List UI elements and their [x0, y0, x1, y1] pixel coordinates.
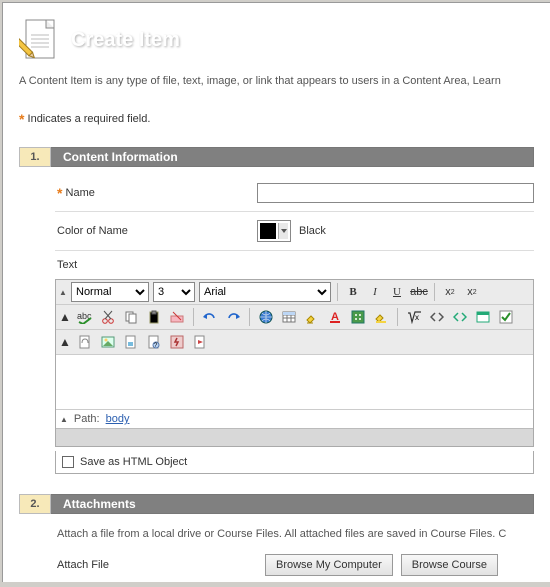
editor-footer: ▲ Path: body	[56, 409, 533, 428]
collapse-toggle-icon[interactable]: ▲	[59, 335, 71, 349]
section-title: Attachments	[51, 494, 534, 514]
redo-button[interactable]	[224, 308, 242, 326]
insert-flash-button[interactable]	[168, 333, 186, 351]
text-color-button[interactable]: A	[326, 308, 344, 326]
insert-app-button[interactable]	[191, 333, 209, 351]
style-select[interactable]: Normal	[71, 282, 149, 302]
paste-button[interactable]	[145, 308, 163, 326]
required-star-icon: *	[19, 111, 24, 127]
color-picker[interactable]	[257, 220, 291, 242]
name-label: Name	[66, 187, 95, 199]
save-html-label: Save as HTML Object	[80, 456, 187, 468]
save-html-row: Save as HTML Object	[55, 451, 534, 474]
section-2-header: 2. Attachments	[19, 494, 534, 514]
clear-format-button[interactable]	[168, 308, 186, 326]
insert-media-button[interactable]	[122, 333, 140, 351]
name-input[interactable]	[257, 183, 534, 203]
svg-text:x: x	[415, 313, 419, 322]
collapse-toggle-icon[interactable]: ▲	[59, 288, 67, 297]
cut-button[interactable]	[99, 308, 117, 326]
highlight-color-button[interactable]	[372, 308, 390, 326]
highlight-button[interactable]	[303, 308, 321, 326]
editor-toolbar-1: ▲ Normal 3 Arial B I U abc x2 x2	[56, 280, 533, 305]
page-description: A Content Item is any type of file, text…	[3, 71, 550, 103]
superscript-button[interactable]: x2	[463, 283, 481, 301]
editor-resize-bar[interactable]	[56, 428, 533, 446]
text-label: Text	[57, 259, 257, 271]
copy-button[interactable]	[122, 308, 140, 326]
path-body-link[interactable]: body	[106, 413, 130, 425]
collapse-toggle-icon[interactable]: ▲	[59, 310, 71, 324]
color-swatch-preview	[260, 223, 276, 239]
attach-file-label: Attach File	[57, 559, 257, 571]
page-title: Create Item	[71, 29, 180, 52]
html-button[interactable]	[428, 308, 446, 326]
equation-button[interactable]: x	[405, 308, 423, 326]
color-label: Color of Name	[57, 225, 257, 237]
hyperlink-button[interactable]	[257, 308, 275, 326]
section-1-header: 1. Content Information	[19, 147, 534, 167]
required-note: * Indicates a required field.	[3, 103, 550, 147]
spellcheck-button[interactable]: abc	[76, 308, 94, 326]
editor-toolbar-2: ▲ abc A x	[56, 305, 533, 330]
browse-computer-button[interactable]: Browse My Computer	[265, 554, 393, 576]
color-value: Black	[299, 225, 326, 237]
path-label: Path:	[74, 413, 100, 425]
rich-text-editor: ▲ Normal 3 Arial B I U abc x2 x2 ▲ abc	[55, 279, 534, 447]
fullscreen-button[interactable]	[474, 308, 492, 326]
underline-button[interactable]: U	[388, 283, 406, 301]
section-number: 2.	[19, 494, 51, 514]
strikethrough-button[interactable]: abc	[410, 283, 428, 301]
subscript-button[interactable]: x2	[441, 283, 459, 301]
section-title: Content Information	[51, 147, 534, 167]
expand-toggle-icon[interactable]: ▲	[60, 415, 68, 424]
attach-file-button[interactable]	[76, 333, 94, 351]
validate-button[interactable]	[497, 308, 515, 326]
insert-mashup-button[interactable]: ?	[145, 333, 163, 351]
attach-file-row: Attach File Browse My Computer Browse Co…	[3, 550, 550, 582]
section-number: 1.	[19, 147, 51, 167]
save-html-checkbox[interactable]	[62, 456, 74, 468]
undo-button[interactable]	[201, 308, 219, 326]
code-button[interactable]	[451, 308, 469, 326]
bold-button[interactable]: B	[344, 283, 362, 301]
font-select[interactable]: Arial	[199, 282, 331, 302]
page-header: Create Item	[3, 3, 550, 71]
browse-course-button[interactable]: Browse Course	[401, 554, 498, 576]
required-star-icon: *	[57, 185, 62, 201]
dropdown-icon	[278, 223, 288, 239]
color-row: Color of Name Black	[3, 214, 550, 248]
editor-toolbar-3: ▲ ?	[56, 330, 533, 355]
symbol-button[interactable]	[349, 308, 367, 326]
table-button[interactable]	[280, 308, 298, 326]
editor-textarea[interactable]	[56, 355, 533, 409]
insert-image-button[interactable]	[99, 333, 117, 351]
document-pencil-icon	[19, 17, 59, 63]
size-select[interactable]: 3	[153, 282, 195, 302]
attachments-description: Attach a file from a local drive or Cour…	[3, 524, 550, 550]
italic-button[interactable]: I	[366, 283, 384, 301]
name-row: * Name	[3, 177, 550, 209]
